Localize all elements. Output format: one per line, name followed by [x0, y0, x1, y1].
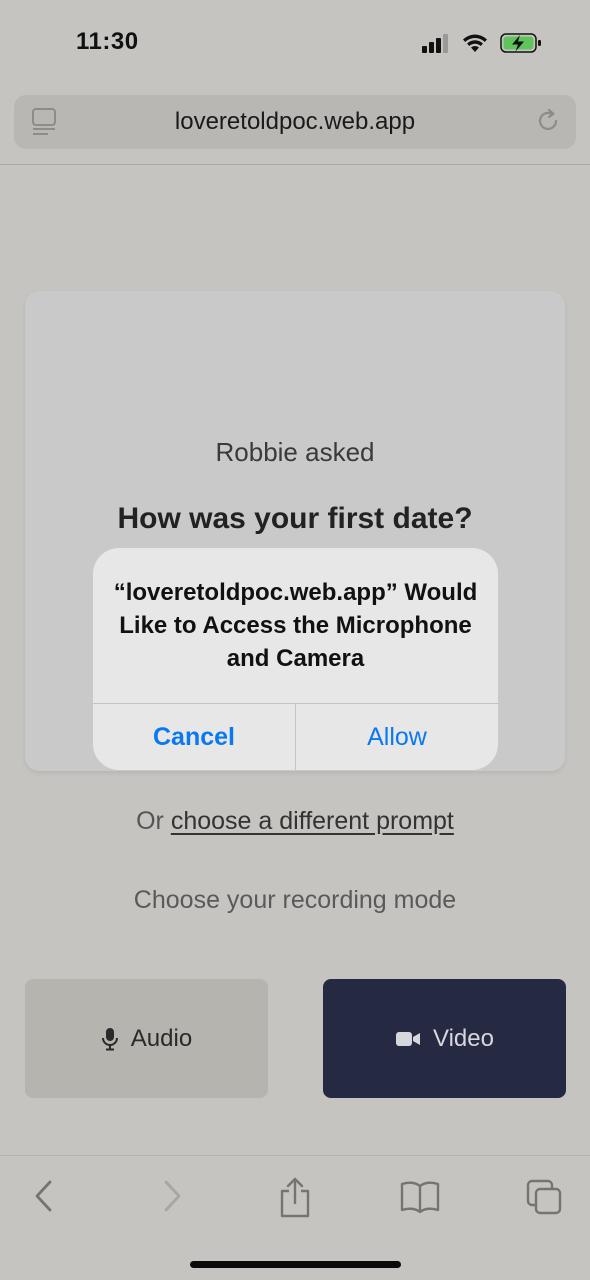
cancel-button[interactable]: Cancel [93, 704, 295, 770]
permission-alert: “loveretoldpoc.web.app” Would Like to Ac… [93, 548, 498, 770]
video-mode-button[interactable]: Video [323, 979, 566, 1098]
wifi-icon [463, 34, 487, 52]
video-mode-label: Video [433, 1024, 494, 1052]
battery-charging-icon [500, 33, 541, 53]
audio-mode-label: Audio [130, 1024, 193, 1052]
choose-different-prompt-link[interactable]: choose a different prompt [171, 807, 454, 835]
forward-icon[interactable] [158, 1176, 186, 1216]
reload-icon[interactable] [534, 107, 562, 135]
audio-mode-button[interactable]: Audio [25, 979, 268, 1098]
tabs-icon[interactable] [525, 1176, 565, 1216]
status-icons [422, 32, 542, 54]
allow-button[interactable]: Allow [296, 704, 498, 770]
home-indicator [190, 1261, 401, 1268]
cellular-signal-icon [422, 34, 448, 53]
recording-mode-label: Choose your recording mode [133, 886, 457, 914]
address-bar-divider [0, 164, 590, 165]
url-text[interactable]: loveretoldpoc.web.app [14, 108, 576, 136]
alt-prompt-prefix: Or [136, 807, 171, 835]
status-time: 11:30 [76, 28, 139, 55]
bookmarks-icon[interactable] [399, 1176, 441, 1216]
share-icon[interactable] [277, 1176, 313, 1220]
microphone-icon [101, 1027, 118, 1050]
asked-by-text: Robbie asked [215, 437, 375, 467]
prompt-question: How was your first date? [117, 502, 473, 535]
address-bar[interactable]: loveretoldpoc.web.app [14, 95, 576, 149]
back-icon[interactable] [30, 1176, 58, 1216]
status-bar: 11:30 [0, 0, 590, 90]
video-camera-icon [396, 1031, 421, 1046]
alert-message: “loveretoldpoc.web.app” Would Like to Ac… [113, 579, 478, 672]
alt-prompt-line: Or choose a different prompt [0, 807, 590, 836]
